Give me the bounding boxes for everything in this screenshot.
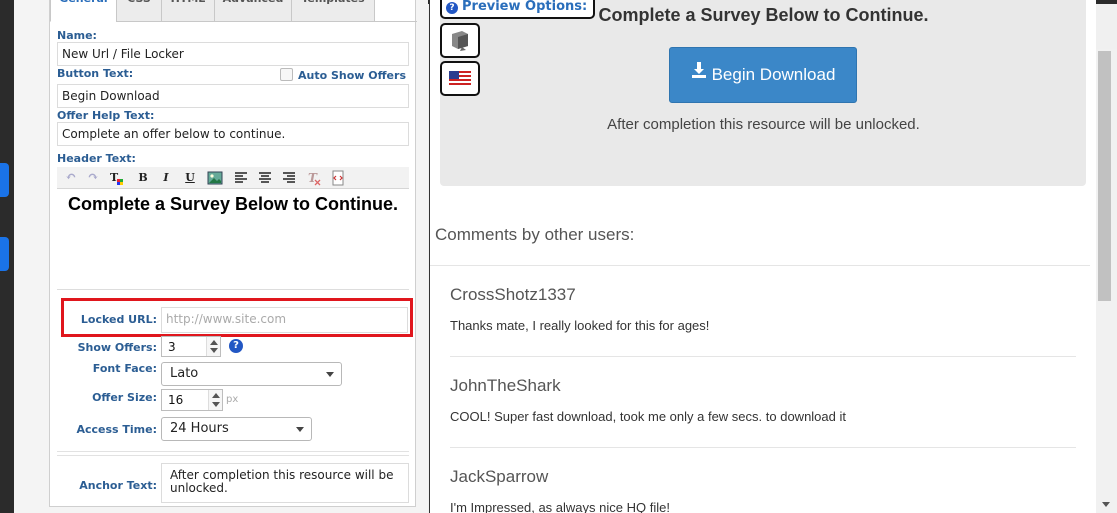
tab-general[interactable]: General <box>50 0 117 22</box>
stepper-arrows[interactable] <box>208 390 222 410</box>
settings-panel: General CSS HTML Advanced Templates Name… <box>49 0 417 507</box>
auto-show-offers-checkbox[interactable] <box>280 68 293 81</box>
name-input[interactable]: New Url / File Locker <box>57 42 409 66</box>
help-icon: ? <box>446 2 458 14</box>
comment-text: Thanks mate, I really looked for this fo… <box>450 318 710 333</box>
undo-icon[interactable]: ↶ <box>63 170 79 186</box>
tab-css[interactable]: CSS <box>116 0 162 22</box>
access-time-select[interactable]: 24 Hours <box>161 417 312 441</box>
tab-advanced[interactable]: Advanced <box>214 0 292 22</box>
anchor-text-input[interactable]: After completion this resource will be u… <box>161 463 409 503</box>
access-time-value: 24 Hours <box>170 421 229 436</box>
settings-tabs: General CSS HTML Advanced Templates <box>50 0 417 22</box>
redo-icon[interactable]: ↷ <box>85 170 101 186</box>
divider <box>57 451 409 452</box>
sidebar-active-marker[interactable] <box>0 237 9 271</box>
text-color-icon[interactable]: T <box>109 170 125 186</box>
download-icon <box>691 47 707 101</box>
preview-scrollbar[interactable] <box>1096 49 1117 513</box>
preview-options-button[interactable]: ? Preview Options: <box>440 0 596 19</box>
sidebar-active-marker[interactable] <box>0 163 9 197</box>
clear-format-icon[interactable]: T <box>306 170 322 186</box>
offer-help-label: Offer Help Text: <box>57 109 155 122</box>
align-center-icon[interactable] <box>257 170 273 186</box>
show-offers-value: 3 <box>168 340 176 354</box>
tab-templates[interactable]: Templates <box>291 0 375 22</box>
show-offers-stepper[interactable]: 3 <box>161 336 221 357</box>
header-text-label: Header Text: <box>57 152 136 165</box>
offer-size-stepper[interactable]: 16 <box>161 389 223 411</box>
left-dark-sidebar <box>0 0 14 513</box>
button-text-input[interactable]: Begin Download <box>57 84 409 108</box>
bold-icon[interactable]: B <box>135 170 151 186</box>
comment-text: COOL! Super fast download, took me only … <box>450 409 846 424</box>
show-offers-label: Show Offers: <box>77 341 157 354</box>
image-icon[interactable] <box>207 170 223 186</box>
header-text-editor[interactable]: Complete a Survey Below to Continue. <box>57 190 409 290</box>
auto-show-offers-label: Auto Show Offers <box>298 69 406 82</box>
anchor-text-label: Anchor Text: <box>79 479 157 492</box>
font-face-value: Lato <box>170 366 199 381</box>
preview-pane: Complete a Survey Below to Continue. ? Pr… <box>429 0 1096 513</box>
font-face-label: Font Face: <box>92 362 157 375</box>
comment-user: JohnTheShark <box>450 376 561 395</box>
name-label: Name: <box>57 29 97 42</box>
divider <box>57 455 409 456</box>
editor-toolbar: ↶ ↷ T B I U T <box>57 167 409 189</box>
divider <box>450 356 1076 357</box>
scroll-down-icon[interactable] <box>1102 502 1110 507</box>
comments-heading: Comments by other users: <box>435 225 635 244</box>
chevron-down-icon <box>296 427 304 432</box>
tab-html[interactable]: HTML <box>161 0 215 22</box>
offer-size-unit: px <box>226 394 239 405</box>
align-left-icon[interactable] <box>233 170 249 186</box>
chevron-down-icon <box>326 372 334 377</box>
align-right-icon[interactable] <box>281 170 297 186</box>
locked-url-label: Locked URL: <box>80 313 157 326</box>
begin-download-button[interactable]: Begin Download <box>669 47 857 103</box>
device-icon <box>452 31 468 51</box>
font-face-select[interactable]: Lato <box>161 362 342 386</box>
begin-download-label: Begin Download <box>711 65 836 84</box>
offer-help-input[interactable]: Complete an offer below to continue. <box>57 122 409 146</box>
offer-size-value: 16 <box>168 393 184 407</box>
us-flag-icon <box>449 71 471 86</box>
help-icon[interactable]: ? <box>229 339 243 353</box>
preview-options-label: Preview Options: <box>462 0 588 14</box>
divider <box>430 265 1090 266</box>
button-text-label: Button Text: <box>57 67 134 80</box>
comment-user: CrossShotz1337 <box>450 285 576 304</box>
underline-icon[interactable]: U <box>182 170 198 186</box>
comment-user: JackSparrow <box>450 467 549 486</box>
source-code-icon[interactable] <box>330 170 346 186</box>
language-select-button[interactable] <box>440 61 480 96</box>
device-preview-button[interactable] <box>440 23 480 58</box>
divider <box>450 447 1076 448</box>
locked-url-input[interactable]: http://www.site.com <box>161 307 408 333</box>
after-completion-text: After completion this resource will be u… <box>607 116 920 133</box>
italic-icon[interactable]: I <box>158 170 174 186</box>
access-time-label: Access Time: <box>76 423 157 436</box>
header-text-content: Complete a Survey Below to Continue. <box>67 194 399 214</box>
comment-text: I'm Impressed, as always nice HQ file! <box>450 500 670 513</box>
offer-size-label: Offer Size: <box>92 391 157 404</box>
stepper-arrows[interactable] <box>206 337 220 356</box>
scrollbar-thumb[interactable] <box>1098 51 1111 301</box>
